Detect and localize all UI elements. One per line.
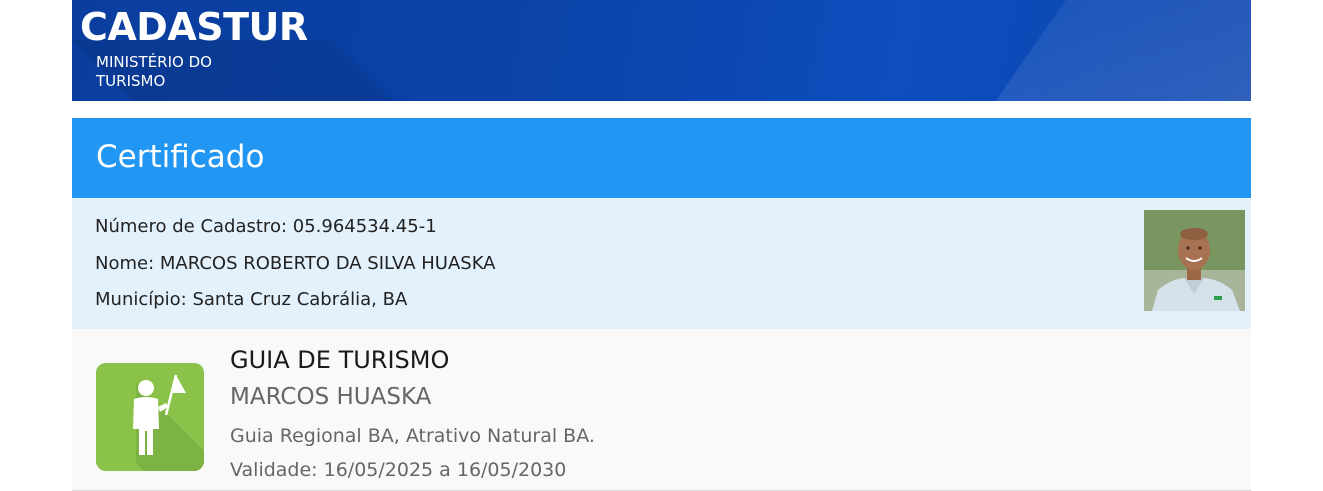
banner-decoration (953, 0, 1251, 101)
guide-description: Guia Regional BA, Atrativo Natural BA. (230, 425, 595, 447)
certificate-title-bar: Certificado (72, 118, 1251, 198)
category-card: GUIA DE TURISMO MARCOS HUASKA Guia Regio… (72, 329, 1251, 491)
category-title: GUIA DE TURISMO (230, 346, 450, 374)
header-banner: CADASTUR MINISTÉRIO DO TURISMO (72, 0, 1251, 101)
municipality: Município: Santa Cruz Cabrália, BA (95, 289, 408, 310)
ministry-line-1: MINISTÉRIO DO (96, 53, 212, 71)
validity-period: Validade: 16/05/2025 a 16/05/2030 (230, 459, 567, 481)
guide-name: MARCOS HUASKA (230, 384, 432, 410)
brand-logo-title[interactable]: CADASTUR (80, 5, 308, 49)
ministry-line-2: TURISMO (96, 72, 166, 90)
ministry-subtitle: MINISTÉRIO DO TURISMO (96, 53, 276, 91)
tour-guide-flag-icon (96, 363, 204, 471)
holder-name: Nome: MARCOS ROBERTO DA SILVA HUASKA (95, 253, 496, 274)
person-photo-icon (1144, 210, 1245, 311)
registration-info-panel: Número de Cadastro: 05.964534.45-1 Nome:… (72, 198, 1251, 329)
certificate-page: CADASTUR MINISTÉRIO DO TURISMO Certifica… (72, 0, 1251, 491)
page-title: Certificado (96, 139, 265, 175)
holder-photo (1144, 210, 1245, 311)
registration-number: Número de Cadastro: 05.964534.45-1 (95, 216, 437, 237)
